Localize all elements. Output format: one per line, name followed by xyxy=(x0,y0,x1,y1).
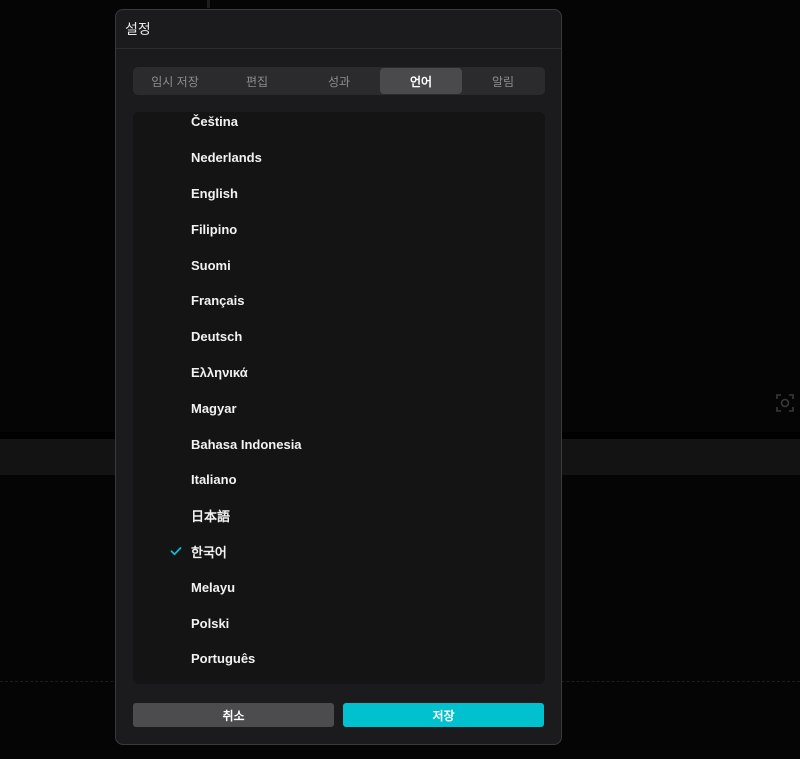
language-option[interactable]: 한국어 xyxy=(133,534,545,570)
language-option[interactable]: Melayu xyxy=(133,569,545,605)
dialog-header: 설정 xyxy=(116,10,561,49)
language-label: Melayu xyxy=(191,579,236,595)
check-icon xyxy=(170,547,182,556)
language-option[interactable]: Magyar xyxy=(133,390,545,426)
focus-frame-icon xyxy=(776,394,794,412)
language-label: Bahasa Indonesia xyxy=(191,436,302,452)
tab-0[interactable]: 임시 저장 xyxy=(134,68,216,94)
language-label: Filipino xyxy=(191,221,238,237)
language-label: Français xyxy=(191,293,245,309)
settings-dialog: 설정 임시 저장 편집 성과 언어 알림 Čeština Nederlands Englis… xyxy=(115,9,562,745)
language-label: Deutsch xyxy=(191,329,243,345)
language-option[interactable]: Ελληνικά xyxy=(133,355,545,391)
language-option[interactable]: Suomi xyxy=(133,247,545,283)
dialog-title: 설정 xyxy=(125,21,151,37)
language-list-panel[interactable]: Čeština Nederlands English Filipino Suomi Fra… xyxy=(133,112,545,684)
language-label: Polski xyxy=(191,615,230,631)
language-label: Italiano xyxy=(191,472,237,488)
settings-tabs: 임시 저장 편집 성과 언어 알림 xyxy=(133,67,545,95)
tab-4[interactable]: 알림 xyxy=(462,68,544,94)
language-label: Ελληνικά xyxy=(191,364,248,380)
language-list: Čeština Nederlands English Filipino Suomi Fra… xyxy=(133,112,545,677)
tab-1[interactable]: 편집 xyxy=(216,68,298,94)
tab-3[interactable]: 언어 xyxy=(380,68,462,94)
language-label: Magyar xyxy=(191,400,237,416)
language-label: 한국어 xyxy=(191,544,227,560)
language-label: Čeština xyxy=(191,114,238,130)
language-option[interactable]: Nederlands xyxy=(133,140,545,176)
language-option[interactable]: Français xyxy=(133,283,545,319)
language-label: Português xyxy=(191,651,256,667)
language-label: Nederlands xyxy=(191,150,262,166)
language-label: English xyxy=(191,185,238,201)
tab-2[interactable]: 성과 xyxy=(298,68,380,94)
language-label: 日本語 xyxy=(191,509,231,525)
background-marker xyxy=(207,0,210,8)
language-label: Suomi xyxy=(191,257,231,273)
language-option[interactable]: Português xyxy=(133,641,545,677)
language-option[interactable]: Polski xyxy=(133,605,545,641)
language-option[interactable]: Filipino xyxy=(133,211,545,247)
language-option[interactable]: Čeština xyxy=(133,112,545,140)
language-option[interactable]: 日本語 xyxy=(133,498,545,534)
cancel-button[interactable]: 취소 xyxy=(133,703,334,727)
save-button[interactable]: 저장 xyxy=(343,703,544,727)
language-option[interactable]: English xyxy=(133,176,545,212)
language-option[interactable]: Italiano xyxy=(133,462,545,498)
language-option[interactable]: Bahasa Indonesia xyxy=(133,426,545,462)
language-option[interactable]: Deutsch xyxy=(133,319,545,355)
